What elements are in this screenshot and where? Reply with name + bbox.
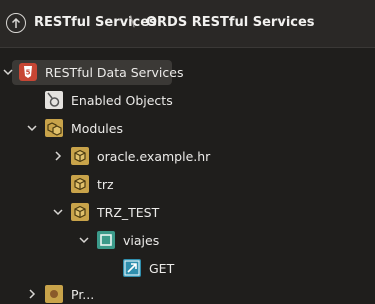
tree-item-get[interactable]: GET bbox=[149, 261, 174, 276]
ords-root-icon: 5 bbox=[19, 63, 37, 81]
module-icon bbox=[71, 203, 89, 221]
chevron-down-icon[interactable] bbox=[78, 234, 90, 246]
tree-item-enabled-objects[interactable]: Enabled Objects bbox=[71, 93, 173, 108]
arrow-up-icon bbox=[11, 17, 21, 28]
breadcrumb-separator: \ bbox=[130, 14, 135, 30]
header-bar: RESTful Services \ ORDS RESTful Services bbox=[0, 0, 375, 48]
module-icon bbox=[71, 147, 89, 165]
modules-icon bbox=[45, 119, 63, 137]
svg-text:5: 5 bbox=[26, 69, 31, 77]
template-icon bbox=[97, 231, 115, 249]
navigate-up-button[interactable] bbox=[6, 13, 26, 33]
tree-item-restful-data-services[interactable]: RESTful Data Services bbox=[45, 65, 183, 80]
chevron-down-icon[interactable] bbox=[26, 122, 38, 134]
tree-item-modules[interactable]: Modules bbox=[71, 121, 123, 136]
tree-item-trz[interactable]: trz bbox=[97, 177, 114, 192]
privileges-icon bbox=[45, 285, 63, 303]
chevron-right-icon[interactable] bbox=[52, 150, 64, 162]
tree-item-trz-test[interactable]: TRZ_TEST bbox=[97, 205, 159, 220]
tree-item-viajes[interactable]: viajes bbox=[123, 233, 159, 248]
module-icon bbox=[71, 175, 89, 193]
enabled-objects-icon bbox=[45, 91, 63, 109]
chevron-down-icon[interactable] bbox=[52, 206, 64, 218]
chevron-right-icon[interactable] bbox=[26, 288, 38, 300]
handler-icon bbox=[123, 259, 141, 277]
breadcrumb-ords-restful-services[interactable]: ORDS RESTful Services bbox=[146, 15, 315, 30]
tree-item-oracle-example-hr[interactable]: oracle.example.hr bbox=[97, 149, 210, 164]
chevron-down-icon[interactable] bbox=[2, 66, 14, 78]
tree-item-partial[interactable]: Pr... bbox=[71, 287, 94, 302]
breadcrumb-restful-services[interactable]: RESTful Services bbox=[34, 15, 157, 30]
